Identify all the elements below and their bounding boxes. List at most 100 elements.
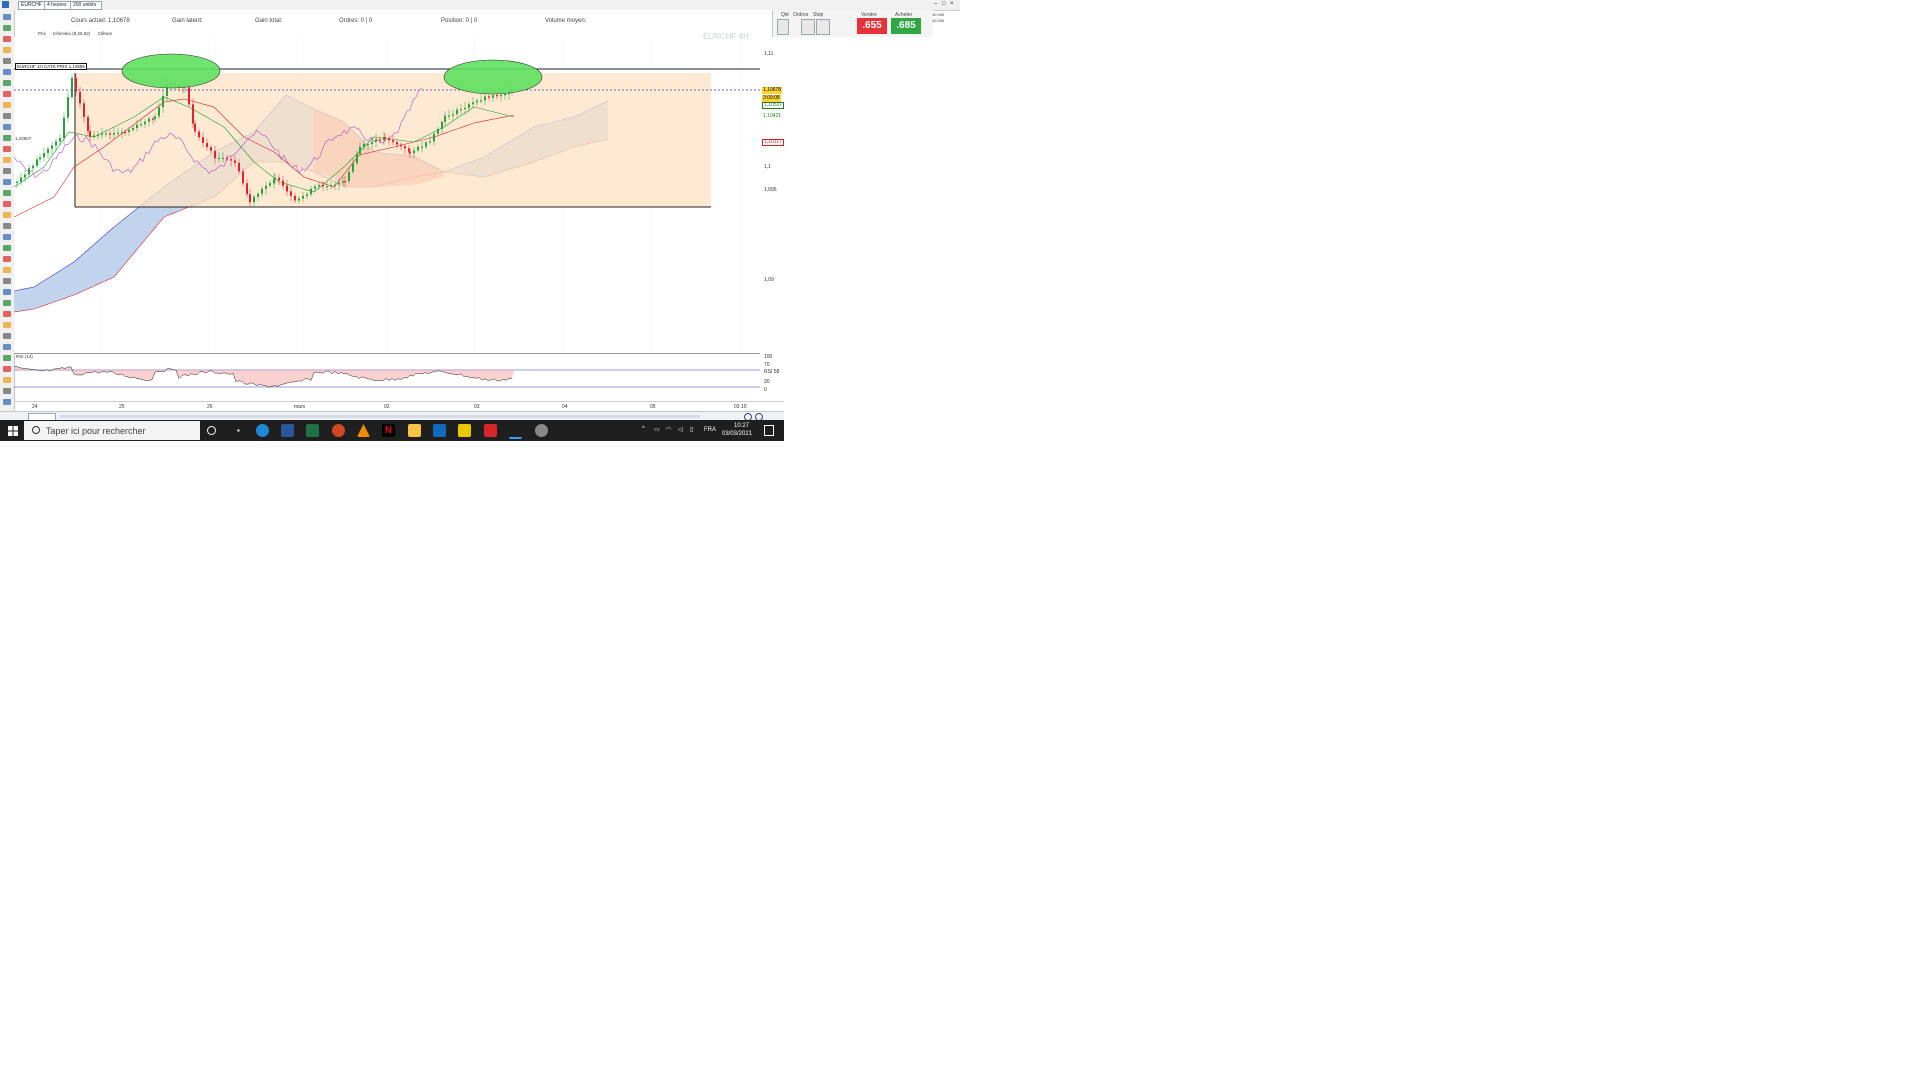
candle (310, 188, 312, 195)
x-tick: mars (294, 404, 306, 410)
settings-app-icon[interactable] (535, 424, 548, 437)
wifi-icon[interactable]: ◠ (666, 426, 671, 433)
powerpoint-icon[interactable] (332, 424, 345, 437)
trading-app-taskbar-icon[interactable] (509, 424, 522, 439)
close-icon[interactable]: × (950, 1, 954, 7)
pdf-reader-icon[interactable] (484, 424, 497, 437)
candle (140, 124, 142, 126)
drawing-tool-icon (3, 69, 11, 75)
drawing-tool-icon (3, 256, 11, 262)
battery-icon[interactable]: ▯ (690, 426, 693, 433)
rsi-panel[interactable] (14, 353, 760, 402)
minimize-icon[interactable]: – (934, 1, 937, 7)
edge-icon[interactable] (256, 424, 269, 437)
drawing-tool-icon (3, 102, 11, 108)
cortana-icon[interactable] (207, 426, 216, 435)
y-tick: 1,095 (764, 187, 777, 193)
drawing-tool-icon (3, 289, 11, 295)
candle (306, 194, 308, 196)
x-tick: 26 (207, 404, 213, 410)
price-chart[interactable] (14, 37, 760, 353)
mail-icon[interactable] (433, 424, 446, 437)
candle (55, 141, 57, 146)
orders-button[interactable] (801, 19, 815, 35)
candle (388, 138, 390, 141)
candle (109, 133, 111, 135)
candle (413, 150, 415, 154)
sell-button[interactable]: .655 (857, 18, 887, 34)
file-explorer-icon[interactable] (408, 424, 421, 437)
candle (206, 142, 208, 148)
search-placeholder: Taper ici pour rechercher (46, 426, 146, 436)
tray-chevron-icon[interactable]: ^ (642, 426, 645, 432)
rsi-axis: 100 70 RSI 58 30 0 (760, 353, 784, 401)
trade-panel: Qté Ordres Stop Vendre Acheter .655 .685 (772, 10, 933, 37)
candle (363, 143, 365, 147)
drawing-tools-icons[interactable] (0, 10, 14, 412)
drawing-tool-icon (3, 25, 11, 31)
netflix-icon[interactable]: N (382, 424, 395, 437)
candle (379, 139, 381, 141)
excel-icon[interactable] (306, 424, 319, 437)
candle (298, 198, 300, 201)
drawing-tool-icon (3, 80, 11, 86)
candle (441, 121, 443, 129)
candle (158, 107, 160, 117)
timeframe-select[interactable]: 4 heures (44, 1, 72, 10)
windows-taskbar: Taper ici pour rechercher ▪ N ^ ▭ ◠ ◁ ▯ … (0, 420, 784, 441)
rsi-tick: 0 (764, 387, 767, 393)
drawing-tool-icon (3, 234, 11, 240)
candle (437, 128, 439, 134)
candle (246, 183, 248, 195)
level-tag-3: 1,10421 (762, 113, 783, 119)
candle (452, 114, 454, 116)
candle (188, 87, 190, 105)
candle (286, 185, 288, 192)
drawing-tool-icon (3, 245, 11, 251)
word-icon[interactable] (281, 424, 294, 437)
clock-date[interactable]: 03/03/2021 (722, 431, 752, 437)
maximize-icon[interactable]: □ (942, 1, 946, 7)
scroll-bar[interactable] (60, 415, 700, 418)
candle (222, 157, 224, 159)
buy-button[interactable]: .685 (891, 18, 921, 34)
network-icon[interactable]: ▭ (654, 426, 660, 433)
clock-time[interactable]: 10:27 (734, 423, 749, 429)
candle (113, 132, 115, 135)
units-select[interactable]: 200 unités (70, 1, 102, 10)
vlc-icon[interactable] (357, 424, 370, 437)
drawing-tools-sidebar (0, 10, 15, 412)
qty-field[interactable] (777, 19, 789, 35)
language-indicator[interactable]: FRA (704, 427, 716, 433)
legend-ichimoku: Ichimoku (9,26,52) (53, 31, 91, 36)
candle (214, 150, 216, 159)
candle (492, 95, 494, 98)
candle (417, 146, 419, 151)
task-view-icon[interactable]: ▪ (237, 426, 240, 435)
y-tick: 1,11 (764, 51, 774, 57)
stop-button[interactable] (816, 19, 830, 35)
candle (43, 153, 45, 158)
candle (448, 115, 450, 117)
legend-price: Prix (38, 31, 46, 36)
candle (468, 104, 470, 108)
candle (253, 196, 255, 203)
drawing-tool-icon (3, 377, 11, 383)
x-tick: 05 (650, 404, 656, 410)
drawing-tool-icon (3, 300, 11, 306)
notifications-icon[interactable] (764, 425, 774, 436)
chart-legend: Prix Ichimoku (9,26,52) Clôture (16, 31, 112, 36)
drawing-tool-icon (3, 212, 11, 218)
candle (132, 128, 134, 130)
candle (348, 171, 350, 182)
sticky-notes-icon[interactable] (458, 424, 471, 437)
candle (282, 180, 284, 186)
taskbar-search[interactable]: Taper ici pour rechercher (24, 421, 200, 440)
candle (444, 115, 446, 122)
candle (356, 153, 358, 164)
volume-icon[interactable]: ◁ (678, 426, 683, 433)
candle (302, 195, 304, 199)
windows-start-icon[interactable] (8, 426, 18, 436)
symbol-select[interactable]: EURCHF (18, 1, 46, 10)
y-tick: 1,1 (764, 164, 771, 170)
